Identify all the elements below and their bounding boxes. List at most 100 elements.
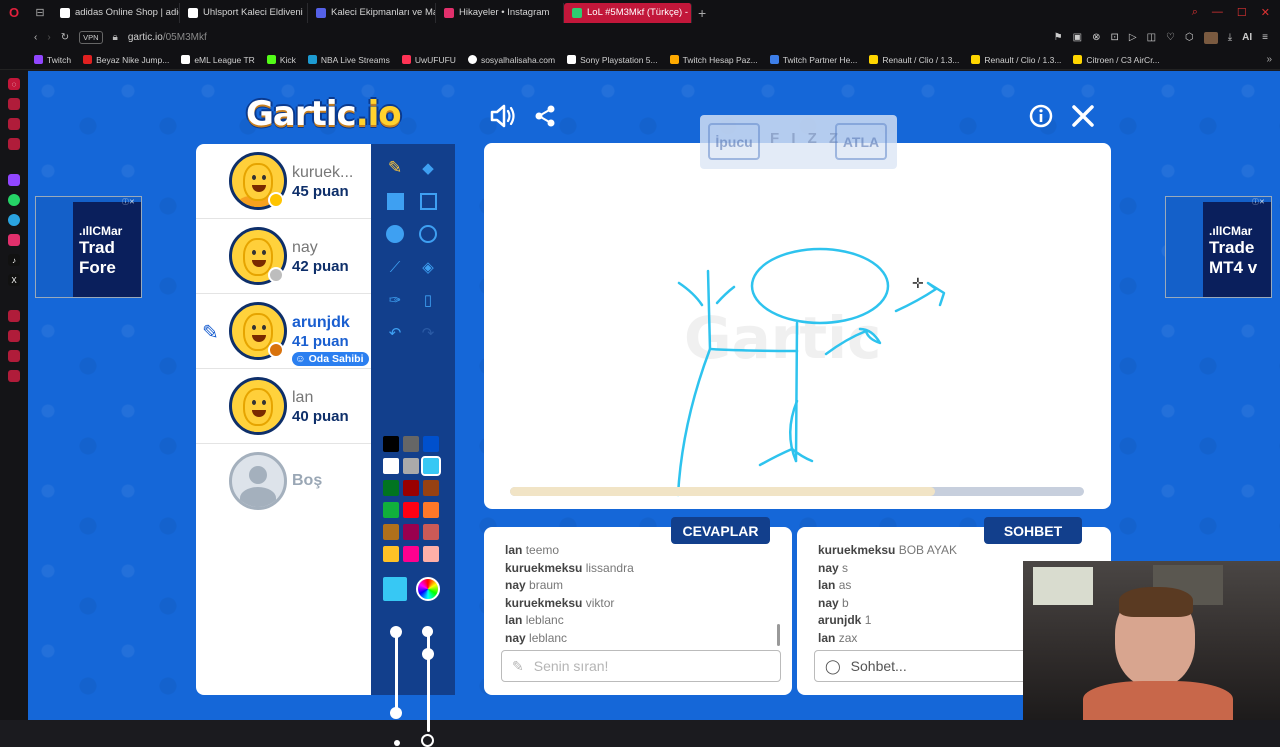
minimize-icon[interactable]: — — [1212, 6, 1223, 19]
color-swatch[interactable] — [383, 436, 399, 452]
aria-icon[interactable]: ◌ — [8, 78, 20, 90]
tab-adidas[interactable]: adidas Online Shop | adida — [52, 2, 180, 23]
snapshot-icon[interactable]: ▣ — [1073, 32, 1082, 44]
fill-bucket-icon[interactable]: ◈ — [416, 255, 440, 279]
bookmark-uwufufu[interactable]: UwUFUFU — [401, 55, 468, 65]
color-swatch[interactable] — [383, 524, 399, 540]
player-sidebar-icon[interactable] — [8, 310, 20, 322]
line-icon[interactable]: ⟋ — [383, 255, 407, 279]
telegram-icon[interactable] — [8, 214, 20, 226]
undo-icon[interactable]: ↶ — [383, 321, 407, 345]
color-swatch[interactable] — [403, 436, 419, 452]
circle-icon[interactable] — [416, 222, 440, 246]
color-swatch[interactable] — [423, 436, 439, 452]
share-icon[interactable] — [533, 104, 557, 132]
extensions-sidebar-icon[interactable] — [8, 350, 20, 362]
redo-icon[interactable]: ↷ — [416, 321, 440, 345]
bookmark-twitch[interactable]: Twitch — [34, 55, 83, 65]
tab-kaleci[interactable]: Kaleci Ekipmanları ve Mal — [308, 2, 436, 23]
aria-ai-button[interactable]: AI — [1242, 32, 1252, 44]
color-swatch[interactable] — [403, 502, 419, 518]
answers-scrollbar[interactable] — [777, 624, 780, 646]
color-swatch[interactable] — [403, 524, 419, 540]
gartic-logo[interactable]: Gartic.io — [246, 94, 402, 134]
rectangle-icon[interactable] — [416, 189, 440, 213]
eraser-icon[interactable]: ◆ — [416, 156, 440, 180]
twitch-sidebar-icon[interactable] — [8, 174, 20, 186]
page-icon[interactable]: ▯ — [416, 288, 440, 312]
size-slider-knob[interactable] — [390, 707, 402, 719]
bookmark-renault-1[interactable]: Renault / Clio / 1.3... — [869, 55, 971, 65]
bookmark-eml[interactable]: eML League TR — [181, 55, 266, 65]
bookmark-citroen[interactable]: Citroen / C3 AirCr... — [1073, 55, 1171, 65]
color-swatch[interactable] — [421, 456, 441, 476]
tiktok-icon[interactable]: ♪ — [8, 254, 20, 266]
info-icon[interactable] — [1029, 104, 1053, 132]
selected-color[interactable] — [383, 577, 407, 601]
tab-gartic[interactable]: LoL #5M3Mkf (Türkçe) - G — [564, 2, 692, 23]
vpn-badge[interactable]: VPN — [79, 31, 103, 44]
whatsapp-icon[interactable] — [8, 194, 20, 206]
bookmark-twitch-hesap[interactable]: Twitch Hesap Paz... — [669, 55, 770, 65]
player-icon[interactable]: ▷ — [1129, 32, 1137, 44]
opacity-slider-knob[interactable] — [422, 648, 434, 660]
bookmark-kick[interactable]: Kick — [266, 55, 308, 65]
url-field[interactable]: gartic.io/05M3Mkf — [128, 32, 207, 43]
left-ad-banner[interactable]: .ılICMar Trad Fore ⓘ✕ — [35, 196, 142, 298]
messenger-icon[interactable] — [8, 118, 20, 130]
player-card[interactable]: nay 42 puan — [196, 219, 371, 294]
maximize-icon[interactable]: ☐ — [1237, 6, 1247, 19]
hint-button[interactable]: İpucu — [708, 123, 760, 160]
color-swatch[interactable] — [383, 458, 399, 474]
bookmarks-more-icon[interactable]: » — [1266, 54, 1280, 65]
skip-button[interactable]: ATLA — [835, 123, 887, 160]
instagram-sidebar-icon-2[interactable] — [8, 234, 20, 246]
bookmark-renault-2[interactable]: Renault / Clio / 1.3... — [971, 55, 1073, 65]
right-ad-banner[interactable]: .ılICMar Trade MT4 v ⓘ✕ — [1165, 196, 1272, 298]
extensions-icon[interactable]: ⬡ — [1185, 32, 1194, 44]
close-window-icon[interactable]: ✕ — [1261, 6, 1270, 19]
ad-close-icon[interactable]: ⓘ✕ — [1252, 197, 1265, 207]
bookmark-nike[interactable]: Beyaz Nike Jump... — [83, 55, 181, 65]
x-icon[interactable]: X — [8, 274, 20, 286]
adblock-icon[interactable]: ⊗ — [1092, 32, 1100, 44]
opera-logo-icon[interactable]: O — [0, 0, 28, 25]
history-icon[interactable] — [8, 330, 20, 342]
empty-player-slot[interactable]: Boş — [196, 444, 371, 519]
bookmark-icon[interactable]: ⚑ — [1054, 32, 1063, 44]
color-swatch[interactable] — [423, 546, 439, 562]
color-swatch[interactable] — [383, 480, 399, 496]
color-swatch[interactable] — [383, 502, 399, 518]
back-icon[interactable]: ‹ — [34, 32, 37, 43]
color-swatch[interactable] — [423, 524, 439, 540]
drawing-canvas[interactable]: Gartic ✛ — [484, 143, 1111, 509]
player-card[interactable]: lan 40 puan — [196, 369, 371, 444]
ad-close-icon[interactable]: ⓘ✕ — [122, 197, 135, 207]
filled-circle-icon[interactable] — [383, 222, 407, 246]
player-card[interactable]: kuruek... 45 puan — [196, 144, 371, 219]
tab-instagram[interactable]: Hikayeler • Instagram — [436, 2, 564, 23]
color-swatch[interactable] — [403, 546, 419, 562]
new-tab-icon[interactable]: + — [692, 5, 712, 21]
answers-tab[interactable]: CEVAPLAR — [671, 517, 770, 544]
chat-tab[interactable]: SOHBET — [984, 517, 1082, 544]
settings-icon[interactable] — [8, 370, 20, 382]
heart-icon[interactable]: ♡ — [1166, 32, 1175, 44]
bookmark-twitch-partner[interactable]: Twitch Partner He... — [769, 55, 870, 65]
pencil-icon[interactable]: ✎ — [383, 156, 407, 180]
bookmark-playstation[interactable]: Sony Playstation 5... — [567, 55, 670, 65]
instagram-sidebar-icon[interactable] — [8, 138, 20, 150]
easy-setup-icon[interactable]: ⊡ — [1110, 32, 1118, 44]
menu-icon[interactable]: ≡ — [1262, 32, 1268, 44]
size-slider-track[interactable] — [395, 632, 398, 714]
tab-uhlsport[interactable]: Uhlsport Kaleci Eldiveni — [180, 2, 308, 23]
crypto-wallet-icon[interactable] — [8, 98, 20, 110]
wallet-icon[interactable]: ◫ — [1147, 32, 1156, 44]
search-icon[interactable]: ⌕ — [1192, 6, 1198, 19]
tab-menu-icon[interactable]: ⊟ — [28, 0, 52, 25]
opacity-slider-knob[interactable] — [422, 626, 433, 637]
opacity-slider-track[interactable] — [427, 632, 430, 732]
color-swatch[interactable] — [403, 480, 419, 496]
profile-avatar[interactable] — [1203, 31, 1218, 44]
color-wheel-icon[interactable] — [416, 577, 440, 601]
